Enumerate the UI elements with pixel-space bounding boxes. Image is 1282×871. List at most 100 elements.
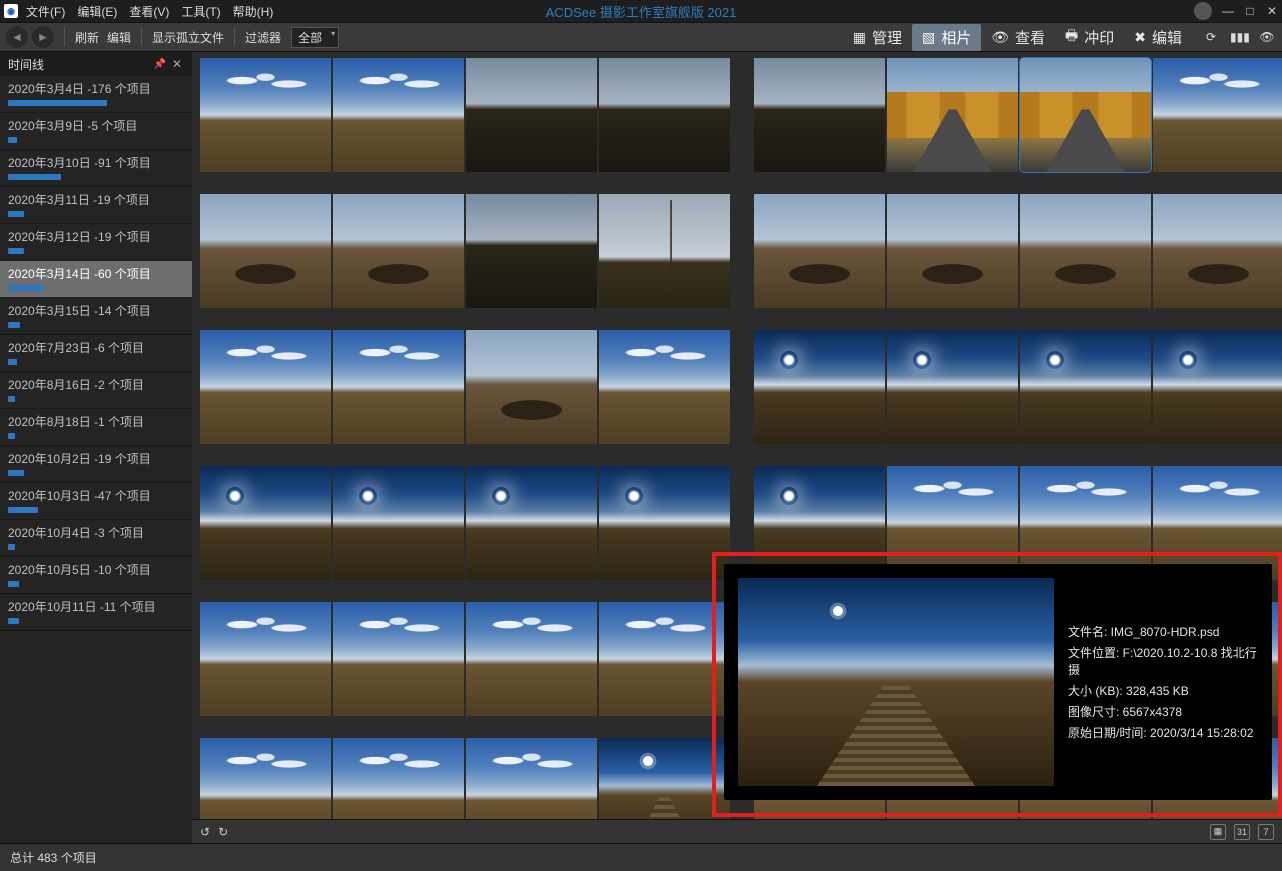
timeline-bar <box>8 248 24 254</box>
mode-photo[interactable]: ▧相片 <box>912 24 981 51</box>
tool-sync-icon[interactable]: 👁 <box>1258 30 1276 44</box>
thumbnail[interactable] <box>200 330 331 444</box>
timeline-label: 2020年3月4日 -176 个项目 <box>8 80 184 97</box>
pin-icon[interactable]: 📌 <box>149 59 169 70</box>
thumbnail[interactable] <box>333 466 464 580</box>
timeline-item[interactable]: 2020年10月4日 -3 个项目 <box>0 520 192 557</box>
timeline-label: 2020年3月10日 -91 个项目 <box>8 154 184 171</box>
thumbnail[interactable] <box>599 58 730 172</box>
mode-manage[interactable]: ▦管理 <box>843 24 912 51</box>
thumbnail[interactable] <box>466 466 597 580</box>
mode-develop[interactable]: 🖶冲印 <box>1055 22 1124 52</box>
eye-icon: 👁 <box>991 29 1009 46</box>
nav-back-icon[interactable]: ◄ <box>6 26 28 48</box>
timeline-item[interactable]: 2020年3月4日 -176 个项目 <box>0 76 192 113</box>
nav-toolbar: ◄ ► 刷新 编辑 显示孤立文件 过滤器 全部 ▦管理 ▧相片 👁查看 🖶冲印 … <box>0 22 1282 52</box>
menu-edit[interactable]: 编辑(E) <box>77 3 117 20</box>
timeline-item[interactable]: 2020年7月23日 -6 个项目 <box>0 335 192 372</box>
cal-month-icon[interactable]: ▦ <box>1210 824 1226 840</box>
cal-31-icon[interactable]: 31 <box>1234 824 1250 840</box>
thumbnail[interactable] <box>1020 194 1151 308</box>
thumbnail[interactable] <box>1020 58 1151 172</box>
thumbnail[interactable] <box>754 58 885 172</box>
thumbnail[interactable] <box>466 330 597 444</box>
timeline-bar <box>8 211 24 217</box>
user-avatar-icon[interactable] <box>1194 2 1212 20</box>
timeline-item[interactable]: 2020年3月12日 -19 个项目 <box>0 224 192 261</box>
thumbnail[interactable] <box>333 738 464 819</box>
thumbnail[interactable] <box>1153 330 1282 444</box>
timeline-item[interactable]: 2020年3月10日 -91 个项目 <box>0 150 192 187</box>
menu-tools[interactable]: 工具(T) <box>181 3 220 20</box>
close-button[interactable]: ✕ <box>1266 5 1278 17</box>
timeline-item[interactable]: 2020年10月5日 -10 个项目 <box>0 557 192 594</box>
menu-help[interactable]: 帮助(H) <box>233 3 274 20</box>
filter-select[interactable]: 全部 <box>291 27 339 48</box>
edit-button[interactable]: 编辑 <box>103 29 135 46</box>
thumbnail[interactable] <box>599 602 730 716</box>
rotate-ccw-icon[interactable]: ↺ <box>200 825 210 839</box>
thumbnail[interactable] <box>599 330 730 444</box>
thumbnail[interactable] <box>599 738 730 819</box>
thumbnail[interactable] <box>754 330 885 444</box>
refresh-button[interactable]: 刷新 <box>71 29 103 46</box>
thumbnail[interactable] <box>599 194 730 308</box>
rotate-cw-icon[interactable]: ↻ <box>218 825 228 839</box>
tool-chart-icon[interactable]: ▮▮▮ <box>1230 30 1248 44</box>
thumbnail[interactable] <box>333 330 464 444</box>
thumbnail[interactable] <box>1020 330 1151 444</box>
timeline-item[interactable]: 2020年10月11日 -11 个项目 <box>0 594 192 631</box>
menu-view[interactable]: 查看(V) <box>129 3 169 20</box>
thumbnail[interactable] <box>333 602 464 716</box>
timeline-item[interactable]: 2020年10月2日 -19 个项目 <box>0 446 192 483</box>
thumbnail[interactable] <box>887 194 1018 308</box>
develop-icon: 🖶 <box>1065 25 1078 49</box>
filter-label: 过滤器 <box>241 29 285 46</box>
thumbnail[interactable] <box>200 58 331 172</box>
timeline-item[interactable]: 2020年3月11日 -19 个项目 <box>0 187 192 224</box>
thumbnail[interactable] <box>200 466 331 580</box>
thumbnail[interactable] <box>466 194 597 308</box>
maximize-button[interactable]: □ <box>1244 5 1256 17</box>
thumbnail[interactable] <box>887 330 1018 444</box>
menu-file[interactable]: 文件(F) <box>26 3 65 20</box>
timeline-item[interactable]: 2020年3月15日 -14 个项目 <box>0 298 192 335</box>
nav-forward-icon[interactable]: ► <box>32 26 54 48</box>
thumbnail[interactable] <box>333 194 464 308</box>
thumbnail[interactable] <box>466 58 597 172</box>
timeline-item[interactable]: 2020年8月16日 -2 个项目 <box>0 372 192 409</box>
thumbnail[interactable] <box>466 738 597 819</box>
thumbnail[interactable] <box>1153 466 1282 580</box>
timeline-item[interactable]: 2020年3月9日 -5 个项目 <box>0 113 192 150</box>
thumbnail[interactable] <box>200 602 331 716</box>
panel-close-icon[interactable]: ✕ <box>170 57 184 71</box>
timeline-bar <box>8 470 24 476</box>
timeline-label: 2020年3月15日 -14 个项目 <box>8 302 184 319</box>
thumbnail[interactable] <box>200 194 331 308</box>
thumbnail[interactable] <box>1153 194 1282 308</box>
thumbnail[interactable] <box>466 602 597 716</box>
cal-7-icon[interactable]: 7 <box>1258 824 1274 840</box>
mode-edit[interactable]: ✖编辑 <box>1124 24 1192 51</box>
minimize-button[interactable]: — <box>1222 5 1234 17</box>
thumbnail[interactable] <box>754 466 885 580</box>
thumbnail[interactable] <box>1153 58 1282 172</box>
timeline-label: 2020年3月9日 -5 个项目 <box>8 117 184 134</box>
status-bar: 总计 483 个项目 <box>0 843 1282 871</box>
thumbnail[interactable] <box>599 466 730 580</box>
thumbnail[interactable] <box>1020 466 1151 580</box>
thumbnail[interactable] <box>754 194 885 308</box>
thumbnail[interactable] <box>200 738 331 819</box>
timeline-item[interactable]: 2020年3月14日 -60 个项目 <box>0 261 192 298</box>
panel-title: 时间线 <box>8 56 44 73</box>
thumbnail[interactable] <box>887 466 1018 580</box>
thumbnail[interactable] <box>887 58 1018 172</box>
thumbnail[interactable] <box>333 58 464 172</box>
mode-view[interactable]: 👁查看 <box>981 24 1055 51</box>
tool-365-icon[interactable]: ⟳ <box>1202 30 1220 44</box>
show-orphans-button[interactable]: 显示孤立文件 <box>148 29 228 46</box>
timeline-item[interactable]: 2020年8月18日 -1 个项目 <box>0 409 192 446</box>
timeline-item[interactable]: 2020年10月3日 -47 个项目 <box>0 483 192 520</box>
status-count: 总计 483 个项目 <box>10 849 97 866</box>
thumb-footer: ↺ ↻ ▦ 31 7 <box>192 819 1282 843</box>
